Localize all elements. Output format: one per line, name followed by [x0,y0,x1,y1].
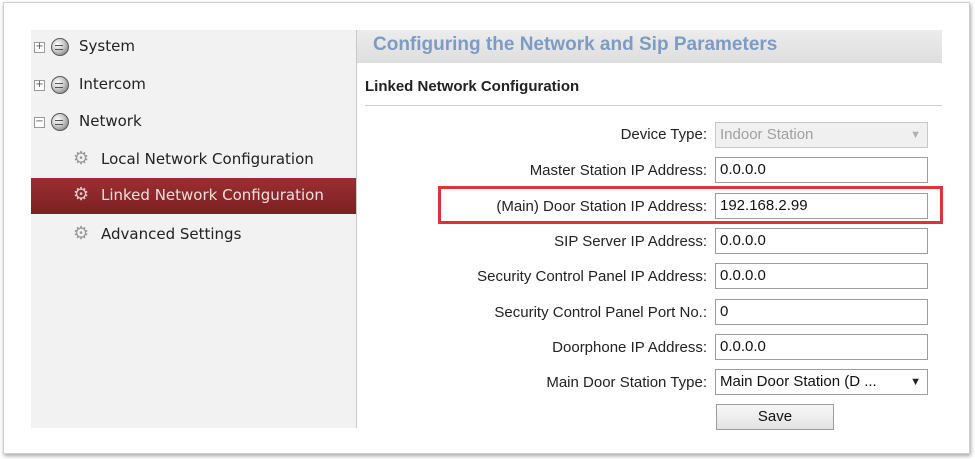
device-type-value: Indoor Station [720,126,814,143]
title-bar: Configuring the Network and Sip Paramete… [357,30,942,63]
sidebar-item-system[interactable]: + System [31,32,356,62]
master-station-ip-input[interactable]: 0.0.0.0 [715,157,928,183]
chevron-down-icon: ▼ [910,376,921,388]
device-type-label: Device Type: [620,126,707,143]
sidebar-item-label: Linked Network Configuration [101,186,324,204]
sidebar-item-advanced-settings[interactable]: ⚙ Advanced Settings [31,220,356,250]
main-door-station-type-label: Main Door Station Type: [546,374,707,391]
doorphone-ip-label: Doorphone IP Address: [552,339,707,356]
expand-icon[interactable]: + [34,80,45,91]
master-station-ip-label: Master Station IP Address: [529,162,707,179]
device-type-select[interactable]: Indoor Station ▼ [715,122,928,148]
sip-server-ip-input[interactable]: 0.0.0.0 [715,228,928,254]
sip-server-ip-label: SIP Server IP Address: [554,233,707,250]
security-panel-port-input[interactable]: 0 [715,299,928,325]
gear-icon: ⚙ [73,184,90,205]
sidebar: + System + Intercom − Network ⚙ Local Ne… [31,30,357,428]
doorphone-ip-input[interactable]: 0.0.0.0 [715,334,928,360]
security-panel-ip-input[interactable]: 0.0.0.0 [715,263,928,289]
sidebar-item-label: System [79,37,135,55]
expand-icon[interactable]: + [34,42,45,53]
annotation-highlight-box [438,186,943,224]
sidebar-item-intercom[interactable]: + Intercom [31,70,356,100]
gear-icon: ⚙ [73,223,90,244]
globe-icon [51,76,69,94]
security-panel-ip-label: Security Control Panel IP Address: [477,268,707,285]
sidebar-item-label: Local Network Configuration [101,150,314,168]
sidebar-item-local-network-configuration[interactable]: ⚙ Local Network Configuration [31,145,356,175]
main-door-station-type-select[interactable]: Main Door Station (D ... ▼ [715,369,928,395]
globe-icon [51,113,69,131]
main-panel: Configuring the Network and Sip Paramete… [357,30,942,430]
sidebar-item-linked-network-configuration[interactable]: ⚙ Linked Network Configuration [31,181,356,211]
save-button[interactable]: Save [716,404,834,430]
section-divider [365,105,942,106]
gear-icon: ⚙ [73,148,90,169]
globe-icon [51,38,69,56]
chevron-down-icon: ▼ [910,129,921,141]
main-door-station-type-value: Main Door Station (D ... [720,373,877,390]
sidebar-item-label: Advanced Settings [101,225,242,243]
page-title: Configuring the Network and Sip Paramete… [373,34,778,55]
security-panel-port-label: Security Control Panel Port No.: [494,304,707,321]
collapse-icon[interactable]: − [34,117,45,128]
section-title: Linked Network Configuration [365,78,580,95]
sidebar-item-label: Intercom [79,75,146,93]
sidebar-item-label: Network [79,112,142,130]
sidebar-item-network[interactable]: − Network [31,107,356,137]
